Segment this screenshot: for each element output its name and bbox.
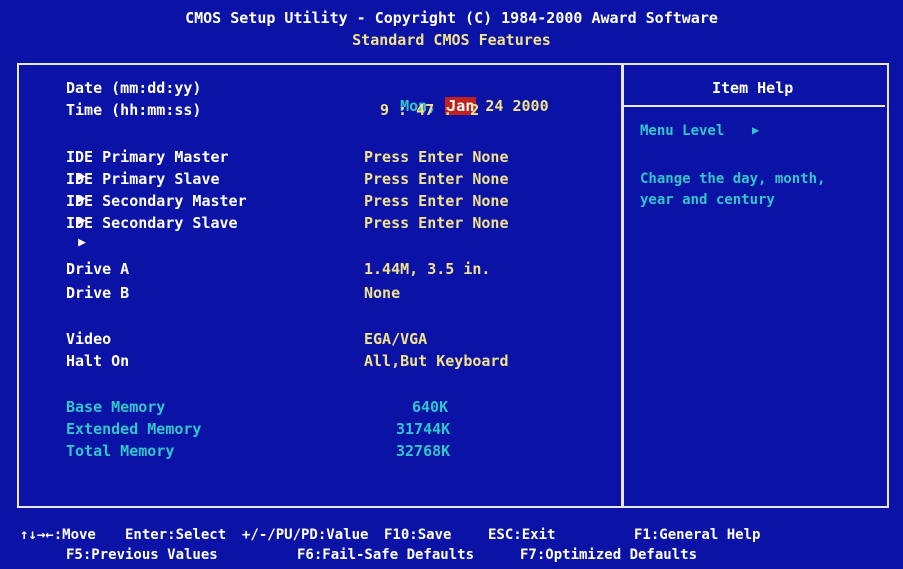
base-memory-label: Base Memory: [66, 398, 166, 416]
ide-primary-master-label[interactable]: IDE Primary Master: [66, 148, 229, 166]
ide-secondary-slave-label[interactable]: IDE Secondary Slave: [66, 214, 238, 232]
drive-a-label: Drive A: [66, 260, 130, 278]
help-title: Item Help: [712, 79, 794, 97]
key-optimized-defaults: F7:Optimized Defaults: [520, 547, 698, 563]
help-title-divider: [624, 105, 885, 107]
extended-memory-label: Extended Memory: [66, 420, 202, 438]
bios-header: CMOS Setup Utility - Copyright (C) 1984-…: [0, 0, 903, 58]
ide-secondary-master-label[interactable]: IDE Secondary Master: [66, 192, 247, 210]
key-save: F10:Save: [384, 527, 452, 543]
time-field[interactable]: 9 : 47 : 2: [380, 101, 479, 119]
ide-primary-master-value[interactable]: Press Enter None: [364, 148, 509, 166]
video-value[interactable]: EGA/VGA: [364, 330, 427, 348]
date-day-year[interactable]: 24 2000: [485, 97, 548, 115]
drive-b-label: Drive B: [66, 284, 130, 302]
drive-b-value[interactable]: None: [364, 284, 400, 302]
video-label: Video: [66, 330, 112, 348]
key-enter-select: Enter:Select: [125, 527, 227, 543]
halt-on-value[interactable]: All,But Keyboard: [364, 352, 509, 370]
ide-secondary-slave-value[interactable]: Press Enter None: [364, 214, 509, 232]
help-text-line2: year and century: [640, 192, 775, 208]
key-exit: ESC:Exit: [488, 527, 556, 543]
key-general-help: F1:General Help: [634, 527, 761, 543]
halt-on-label: Halt On: [66, 352, 130, 370]
ide-secondary-master-value[interactable]: Press Enter None: [364, 192, 509, 210]
key-previous-values: F5:Previous Values: [66, 547, 218, 563]
extended-memory-value: 31744K: [396, 420, 451, 438]
menu-level-arrow-icon: ▶: [752, 123, 760, 137]
menu-level-label: Menu Level: [640, 123, 725, 139]
header-title: CMOS Setup Utility - Copyright (C) 1984-…: [185, 9, 718, 27]
base-memory-value: 640K: [412, 398, 449, 416]
ide-primary-slave-label[interactable]: IDE Primary Slave: [66, 170, 220, 188]
date-label: Date (mm:dd:yy): [66, 79, 202, 97]
drive-a-value[interactable]: 1.44M, 3.5 in.: [364, 260, 490, 278]
ide-primary-slave-value[interactable]: Press Enter None: [364, 170, 509, 188]
total-memory-value: 32768K: [396, 442, 451, 460]
time-label: Time (hh:mm:ss): [66, 101, 202, 119]
submenu-arrow-icon: ▶: [78, 235, 86, 250]
key-failsafe-defaults: F6:Fail-Safe Defaults: [297, 547, 475, 563]
total-memory-label: Total Memory: [66, 442, 175, 460]
key-change-value: +/-/PU/PD:Value: [242, 527, 369, 543]
key-move: ↑↓→←:Move: [20, 527, 96, 543]
help-text-line1: Change the day, month,: [640, 171, 826, 187]
header-subtitle: Standard CMOS Features: [352, 31, 551, 49]
